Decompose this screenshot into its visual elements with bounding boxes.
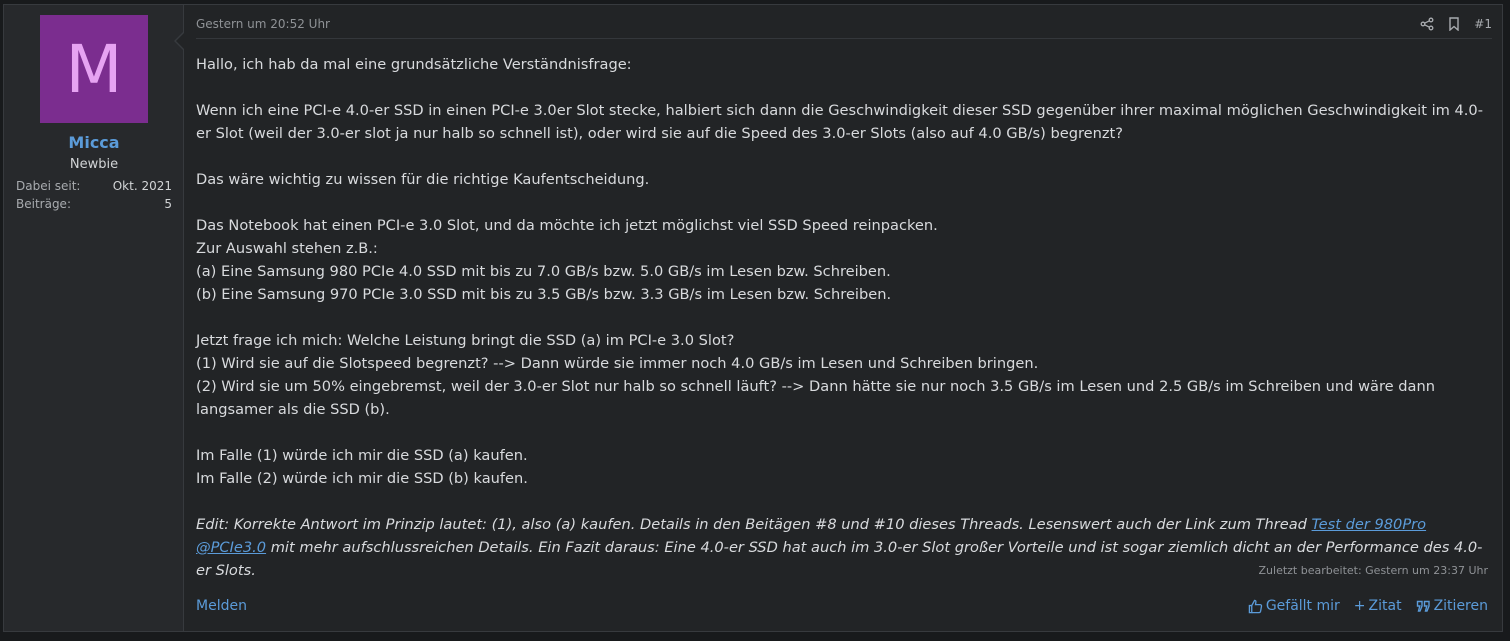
avatar-letter: M (65, 30, 123, 108)
stat-label: Beiträge: (16, 197, 71, 211)
quote-label: Zitat (1368, 598, 1402, 614)
like-label: Gefällt mir (1265, 598, 1340, 614)
quote-marks-icon (1416, 600, 1430, 612)
quote-button[interactable]: + Zitat (1354, 598, 1402, 614)
post-footer: Melden Gefällt mir + Zitat Zitieren (196, 595, 1488, 617)
report-link[interactable]: Melden (196, 598, 247, 614)
stat-value: 5 (164, 197, 172, 211)
post-header: Gestern um 20:52 Uhr #1 (196, 17, 1492, 39)
thumbs-up-icon (1248, 599, 1263, 613)
avatar[interactable]: M (40, 15, 148, 123)
reply-quote-button[interactable]: Zitieren (1416, 598, 1488, 614)
user-title: Newbie (69, 157, 119, 172)
post-date[interactable]: Gestern um 20:52 Uhr (196, 17, 330, 31)
post-line: Im Falle (2) würde ich mir die SSD (b) k… (196, 470, 528, 487)
post-line: (b) Eine Samsung 970 PCIe 3.0 SSD mit bi… (196, 286, 892, 303)
user-info: M Micca Newbie Dabei seit: Okt. 2021 Bei… (4, 5, 184, 631)
share-icon[interactable] (1420, 17, 1434, 31)
stat-label: Dabei seit: (16, 179, 81, 193)
post-actions: Gefällt mir + Zitat Zitieren (1248, 598, 1488, 614)
post-line: (1) Wird sie auf die Slotspeed begrenzt?… (196, 355, 1039, 372)
bookmark-icon[interactable] (1448, 17, 1460, 31)
stat-row-joined: Dabei seit: Okt. 2021 (16, 179, 172, 193)
post-line: (2) Wird sie um 50% eingebremst, weil de… (196, 378, 1435, 418)
username-link[interactable]: Micca (4, 133, 184, 152)
post-line: Hallo, ich hab da mal eine grundsätzlich… (196, 56, 632, 73)
post-line: Wenn ich eine PCI-e 4.0-er SSD in einen … (196, 102, 1483, 142)
like-button[interactable]: Gefällt mir (1248, 598, 1340, 614)
post-content: Gestern um 20:52 Uhr #1 Hallo, ich hab d… (184, 5, 1502, 631)
last-edited: Zuletzt bearbeitet: Gestern um 23:37 Uhr (1258, 564, 1488, 577)
post-line: Zur Auswahl stehen z.B.: (196, 240, 378, 257)
post-header-actions: #1 (1420, 17, 1492, 31)
edit-prefix: Edit: Korrekte Antwort im Prinzip lautet… (196, 516, 1312, 533)
post-line: Jetzt frage ich mich: Welche Leistung br… (196, 332, 735, 349)
post: M Micca Newbie Dabei seit: Okt. 2021 Bei… (3, 4, 1503, 632)
post-body: Hallo, ich hab da mal eine grundsätzlich… (196, 53, 1488, 582)
reply-quote-label: Zitieren (1433, 598, 1488, 614)
post-line: (a) Eine Samsung 980 PCIe 4.0 SSD mit bi… (196, 263, 891, 280)
stat-value: Okt. 2021 (112, 179, 172, 193)
post-line: Im Falle (1) würde ich mir die SSD (a) k… (196, 447, 528, 464)
post-line: Das wäre wichtig zu wissen für die richt… (196, 171, 650, 188)
post-line: Das Notebook hat einen PCI-e 3.0 Slot, u… (196, 217, 938, 234)
stat-row-posts: Beiträge: 5 (16, 197, 172, 211)
plus-icon: + (1353, 598, 1366, 614)
post-number[interactable]: #1 (1474, 17, 1492, 31)
